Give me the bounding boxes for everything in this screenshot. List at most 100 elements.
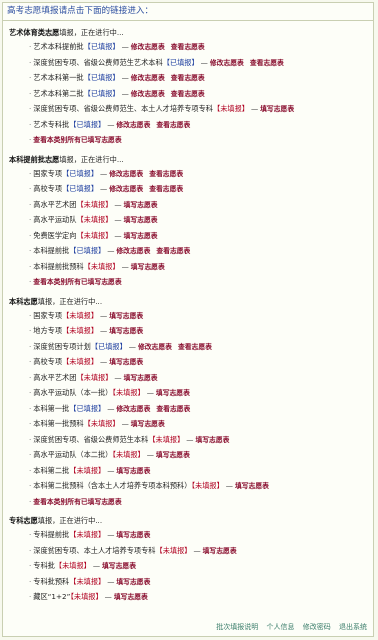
fill-link[interactable]: 填写志愿表	[124, 232, 158, 240]
modify-link[interactable]: 修改志愿表	[131, 74, 165, 82]
separator: —	[104, 592, 112, 601]
fill-link[interactable]: 填写志愿表	[114, 593, 148, 601]
modify-link[interactable]: 修改志愿表	[210, 59, 244, 67]
item-name: 高水平运动队	[33, 215, 77, 224]
section-name: 艺术体育类志愿	[9, 28, 60, 37]
modify-link[interactable]: 修改志愿表	[138, 343, 172, 351]
item-name: 专科批预科	[33, 576, 70, 586]
view-link[interactable]: 查看志愿表	[149, 170, 183, 178]
list-item: · 深度贫困专项、本土人才培养专项专科【未填报】 — 填写志愿表	[9, 543, 373, 559]
section-3: 专科志愿填报，正在进行中... · 专科提前批【未填报】 — 填写志愿表 · 深度贫困专项、…	[3, 515, 373, 605]
modify-link[interactable]: 修改志愿表	[109, 185, 143, 193]
view-all-row: · 查看本类别所有已填写志愿表	[9, 494, 373, 510]
fill-link[interactable]: 填写志愿表	[124, 216, 158, 224]
view-link[interactable]: 查看志愿表	[171, 90, 205, 98]
view-link[interactable]: 查看志愿表	[149, 185, 183, 193]
view-link[interactable]: 查看志愿表	[156, 247, 190, 255]
item-name: 深度贫困专项、省级公费师范生本科	[33, 434, 149, 444]
fill-link[interactable]: 填写志愿表	[235, 482, 269, 490]
fill-link[interactable]: 填写志愿表	[124, 374, 158, 382]
list-item: · 专科批【未填报】 — 填写志愿表	[9, 558, 373, 574]
fill-link[interactable]: 填写志愿表	[260, 105, 294, 113]
bullet-icon: ·	[29, 119, 32, 129]
fill-link[interactable]: 填写志愿表	[109, 312, 143, 320]
fill-link[interactable]: 填写志愿表	[124, 201, 158, 209]
fill-link[interactable]: 填写志愿表	[156, 389, 190, 397]
view-link[interactable]: 查看志愿表	[156, 405, 190, 413]
bullet-icon: ·	[29, 104, 32, 113]
separator: —	[186, 434, 194, 444]
item-name: 艺术本科提前批	[33, 42, 84, 51]
item-name: 深度贫困专项、省级公费师范生、本土人才培养专项专科	[33, 104, 213, 113]
bullet-icon: ·	[29, 199, 32, 209]
view-all-link[interactable]: 查看本类别所有已填写志愿表	[33, 278, 121, 286]
bullet-icon: ·	[29, 434, 32, 444]
view-link[interactable]: 查看志愿表	[171, 74, 205, 82]
list-item: · 藏区“1+2”【未填报】 — 填写志愿表	[9, 589, 373, 605]
view-link[interactable]: 查看志愿表	[250, 59, 284, 67]
separator: —	[121, 73, 129, 82]
list-item: · 专科批预科【未填报】 — 填写志愿表	[9, 574, 373, 590]
fill-link[interactable]: 填写志愿表	[131, 420, 165, 428]
separator: —	[121, 419, 129, 428]
fill-link[interactable]: 填写志愿表	[203, 547, 237, 555]
list-item: · 本科第一批【已填报】 — 修改志愿表 查看志愿表	[9, 401, 373, 417]
view-all-link[interactable]: 查看本类别所有已填写志愿表	[33, 136, 121, 144]
bullet-icon: ·	[29, 341, 32, 351]
view-link[interactable]: 查看志愿表	[171, 43, 205, 51]
list-item: · 高水平运动队（本一批）【未填报】 — 填写志愿表	[9, 385, 373, 401]
modify-link[interactable]: 修改志愿表	[109, 170, 143, 178]
separator: —	[107, 403, 115, 413]
item-status: 【已填报】	[69, 403, 106, 413]
fill-link[interactable]: 填写志愿表	[156, 451, 190, 459]
item-name: 高水平艺术团	[33, 199, 77, 209]
view-link[interactable]: 查看志愿表	[178, 343, 212, 351]
separator: —	[107, 465, 115, 475]
view-link[interactable]: 查看志愿表	[156, 121, 190, 129]
bullet-icon: ·	[29, 576, 32, 586]
section-name: 专科志愿	[9, 516, 38, 525]
fill-link[interactable]: 填写志愿表	[195, 436, 229, 444]
item-status: 【未填报】	[76, 199, 113, 209]
bullet-icon: ·	[29, 545, 32, 555]
separator: —	[100, 184, 108, 193]
separator: —	[114, 372, 122, 382]
fill-link[interactable]: 填写志愿表	[131, 263, 165, 271]
footer-link-logout[interactable]: 退出系统	[339, 623, 367, 631]
item-status: 【已填报】	[162, 57, 199, 67]
footer-link-password[interactable]: 修改密码	[303, 623, 331, 631]
modify-link[interactable]: 修改志愿表	[131, 90, 165, 98]
bullet-icon: ·	[29, 357, 32, 366]
item-status: 【未填报】	[62, 326, 99, 335]
modify-link[interactable]: 修改志愿表	[116, 405, 150, 413]
fill-link[interactable]: 填写志愿表	[116, 578, 150, 586]
bullet-icon: ·	[29, 246, 32, 255]
bullet-icon: ·	[29, 215, 32, 224]
list-item: · 艺术本科第二批【已填报】 — 修改志愿表 查看志愿表	[9, 86, 373, 102]
separator: —	[121, 88, 129, 98]
fill-link[interactable]: 填写志愿表	[116, 467, 150, 475]
modify-link[interactable]: 修改志愿表	[116, 121, 150, 129]
view-all-link[interactable]: 查看本类别所有已填写志愿表	[33, 498, 121, 506]
separator: —	[100, 168, 108, 178]
item-status: 【未填报】	[213, 104, 249, 113]
separator: —	[128, 341, 136, 351]
bullet-icon: ·	[29, 450, 32, 459]
fill-link[interactable]: 填写志愿表	[109, 358, 143, 366]
list-item: · 专科提前批【未填报】 — 填写志愿表	[9, 527, 373, 543]
list-item: · 国家专项【已填报】 — 修改志愿表 查看志愿表	[9, 166, 373, 182]
item-name: 艺术专科批	[33, 119, 70, 129]
item-name: 本科第二批预科（含本土人才培养专项本科预科）	[33, 481, 192, 490]
fill-link[interactable]: 填写志愿表	[116, 531, 150, 539]
separator: —	[100, 310, 108, 320]
item-status: 【未填报】	[62, 310, 99, 320]
footer-link-profile[interactable]: 个人信息	[267, 623, 295, 631]
modify-link[interactable]: 修改志愿表	[131, 43, 165, 51]
bullet-icon: ·	[29, 326, 32, 335]
item-status: 【未填报】	[155, 545, 192, 555]
modify-link[interactable]: 修改志愿表	[116, 247, 150, 255]
fill-link[interactable]: 填写志愿表	[109, 327, 143, 335]
footer-link-instructions[interactable]: 批次填报说明	[216, 623, 258, 631]
fill-link[interactable]: 填写志愿表	[102, 562, 136, 570]
bullet-icon: ·	[29, 261, 32, 271]
